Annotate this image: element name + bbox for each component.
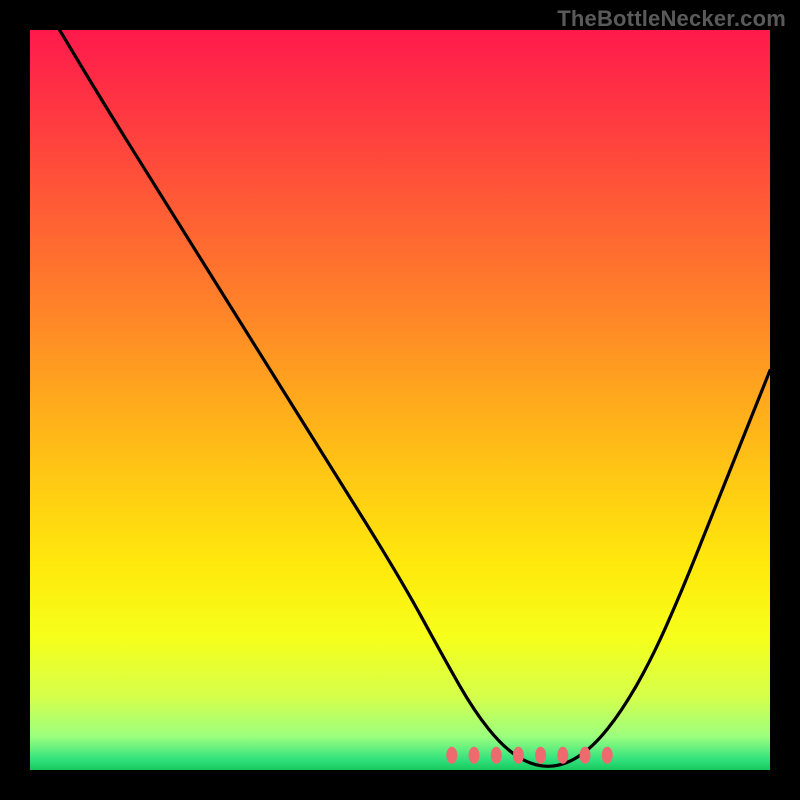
marker-dot [602,747,613,764]
marker-dot [446,747,457,764]
marker-dot [491,747,502,764]
gradient-background [30,30,770,770]
marker-dot [513,747,524,764]
marker-dot [557,747,568,764]
chart-container: TheBottleNecker.com [0,0,800,800]
marker-dot [535,747,546,764]
watermark-text: TheBottleNecker.com [557,6,786,32]
marker-dot [580,747,591,764]
marker-dot [469,747,480,764]
bottleneck-chart [0,0,800,800]
